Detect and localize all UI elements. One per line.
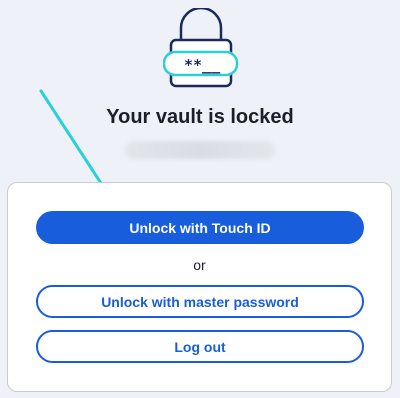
unlock-panel: Unlock with Touch ID or Unlock with mast…: [7, 182, 392, 392]
password-mask: **__: [184, 56, 221, 74]
blurred-email: [125, 141, 275, 159]
svg-text:**__: **__: [184, 56, 221, 74]
log-out-button[interactable]: Log out: [36, 330, 364, 363]
unlock-with-touch-id-button[interactable]: Unlock with Touch ID: [36, 211, 364, 244]
or-divider: or: [193, 257, 206, 273]
page-title: Your vault is locked: [106, 106, 294, 128]
lock-icon: **__: [163, 8, 239, 88]
unlock-with-master-password-button[interactable]: Unlock with master password: [36, 285, 364, 318]
